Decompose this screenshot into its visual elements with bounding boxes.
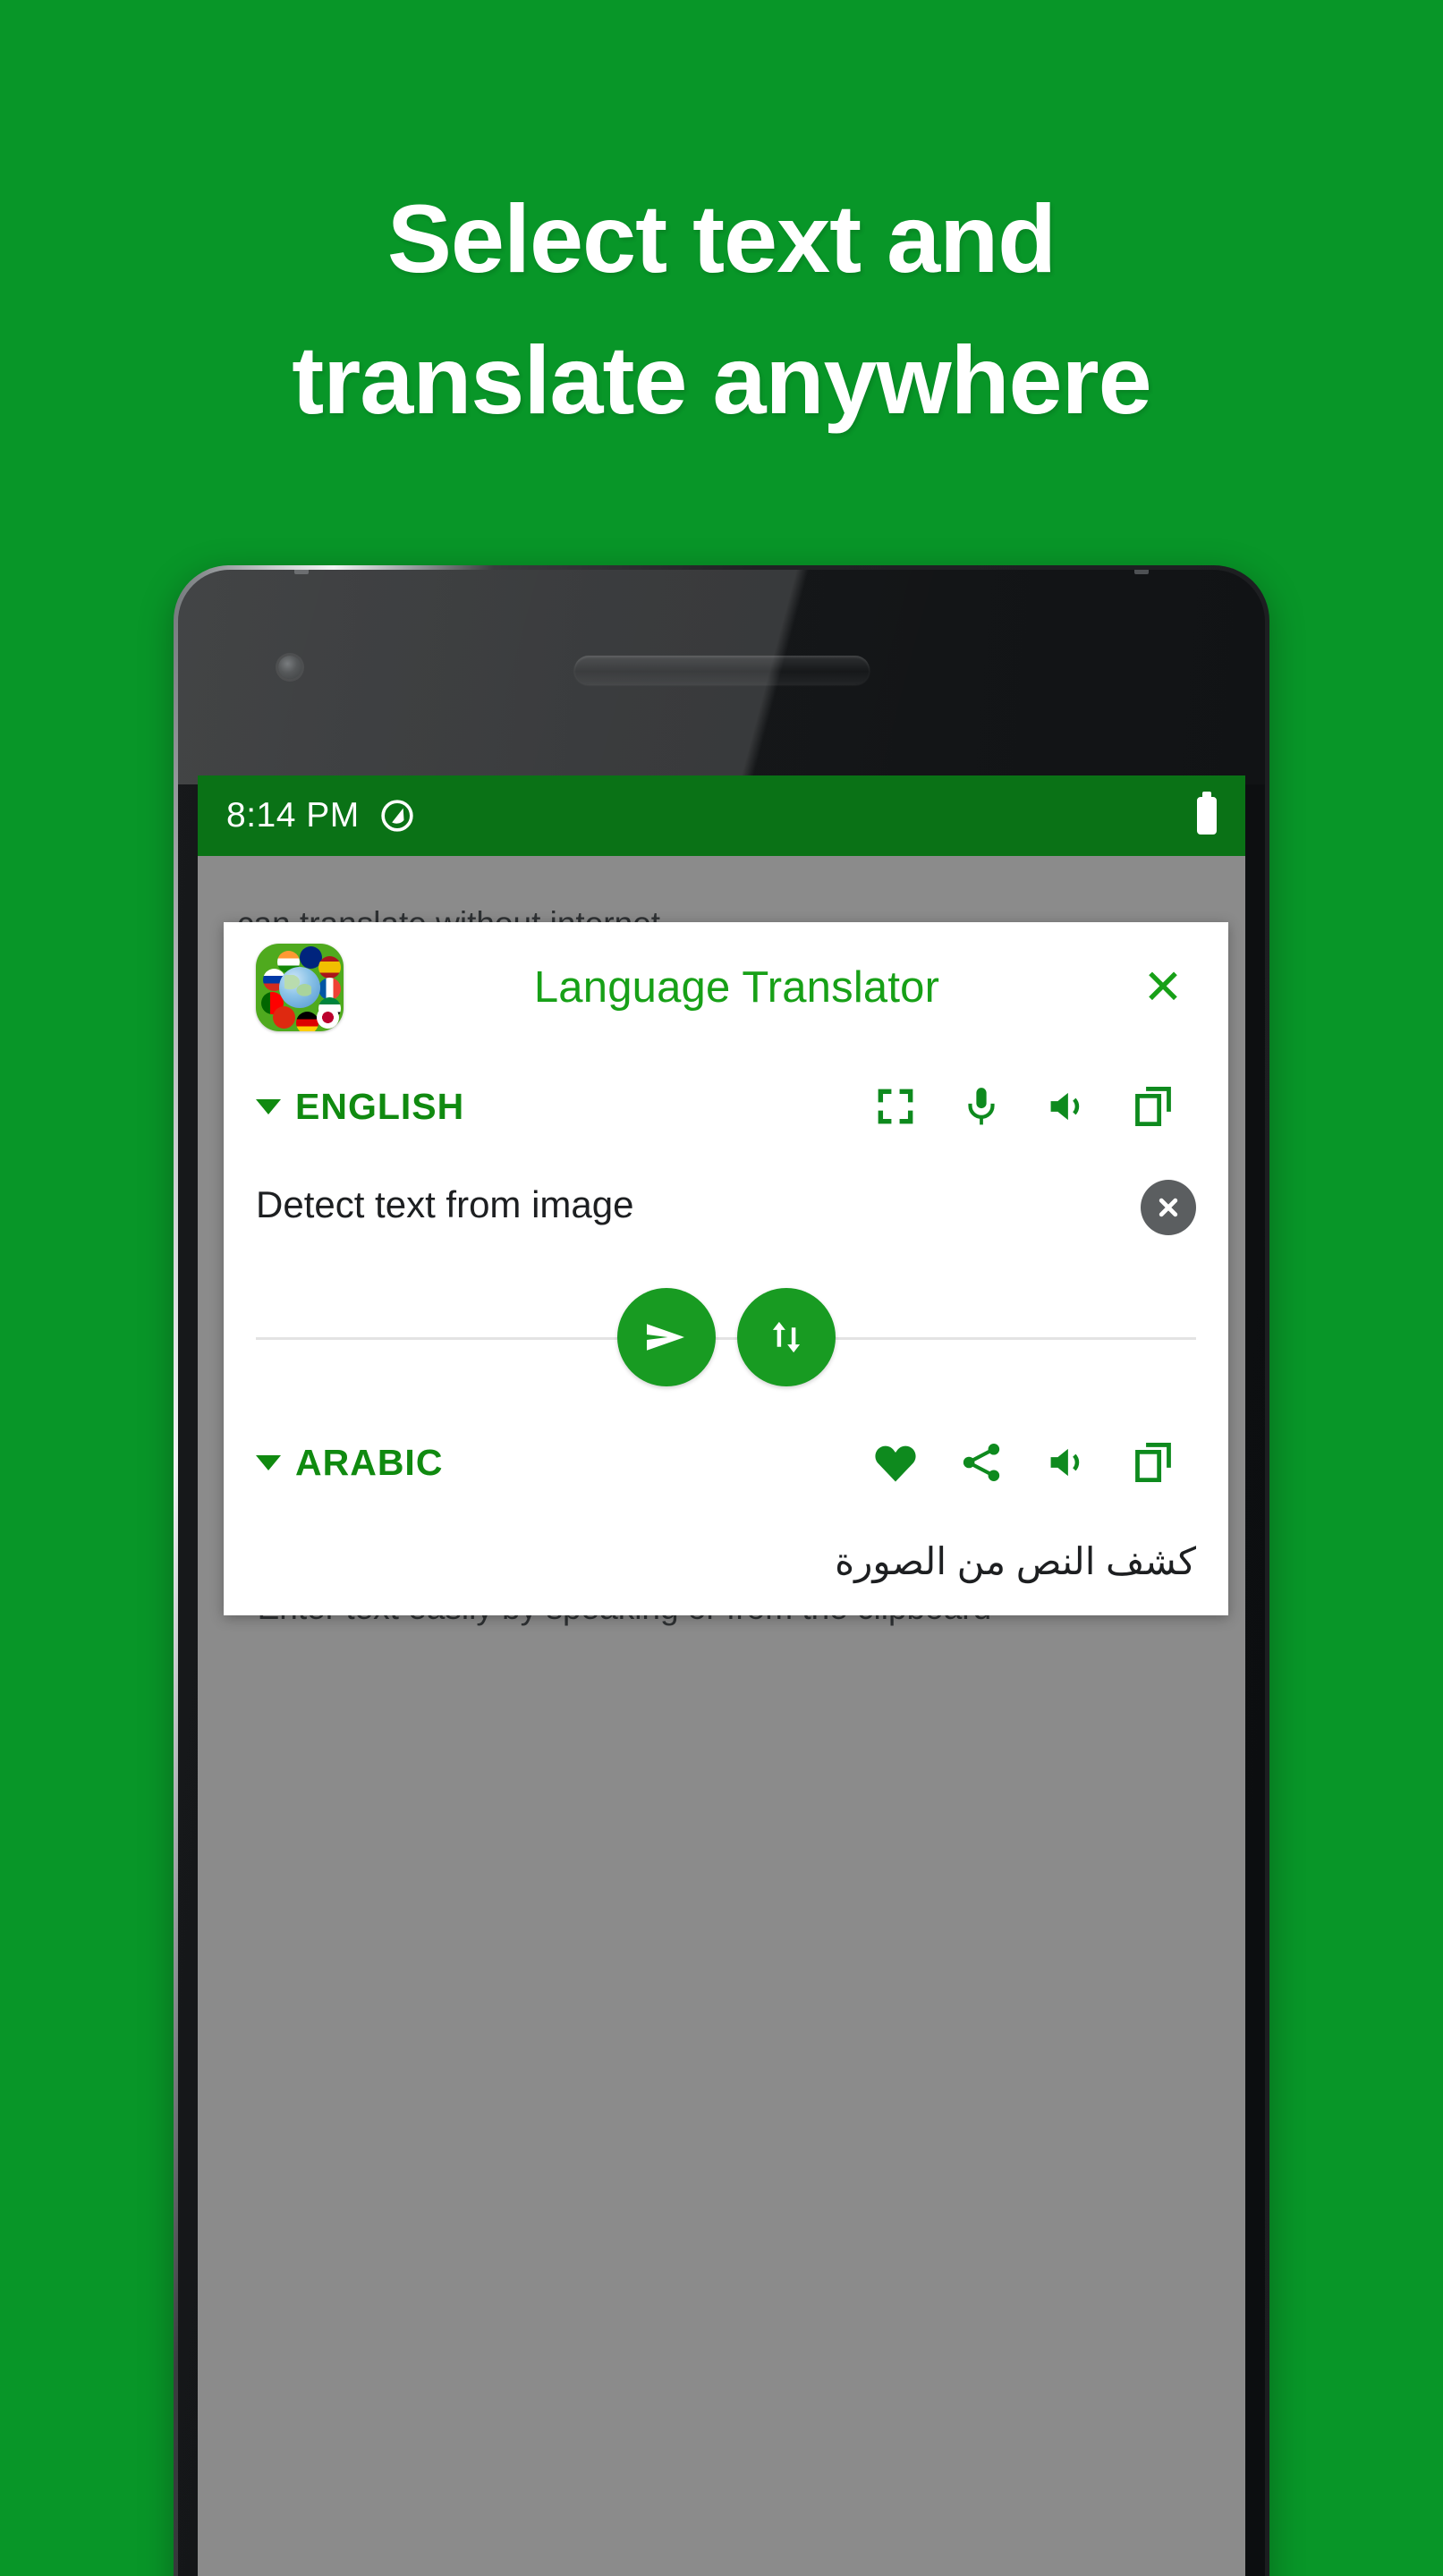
close-icon[interactable]: ✕ <box>1130 954 1196 1021</box>
microphone-icon[interactable] <box>938 1084 1024 1129</box>
phone-body: 8:14 PM can translate without internet. … <box>178 570 1265 2576</box>
battery-full-icon <box>1197 797 1217 835</box>
earpiece-speaker-icon <box>573 656 870 684</box>
fullscreen-icon[interactable] <box>853 1084 938 1129</box>
source-text-row: Detect text from image <box>256 1160 1196 1266</box>
speaker-icon[interactable] <box>1024 1083 1110 1130</box>
status-bar-clock: 8:14 PM <box>226 796 360 835</box>
phone-top-bezel <box>178 570 1265 784</box>
target-text-row: كشف النص من الصورة <box>256 1516 1196 1615</box>
swap-languages-icon[interactable] <box>736 1288 836 1386</box>
status-bar: 8:14 PM <box>198 775 1245 856</box>
capture-circle-icon <box>379 798 415 834</box>
card-header: Language Translator ✕ <box>256 922 1196 1053</box>
target-language-row: ARABIC <box>256 1409 1196 1516</box>
chevron-down-icon <box>256 1454 281 1470</box>
translated-text[interactable]: كشف النص من الصورة <box>256 1539 1196 1583</box>
send-icon[interactable] <box>616 1288 716 1386</box>
source-language-label: ENGLISH <box>295 1085 465 1127</box>
source-language-row: ENGLISH <box>256 1053 1196 1160</box>
phone-screen: 8:14 PM can translate without internet. … <box>198 775 1245 2576</box>
promo-screenshot: Select text and translate anywhere 8:14 … <box>0 0 1443 2576</box>
speaker-icon[interactable] <box>1024 1439 1110 1486</box>
target-language-selector[interactable]: ARABIC <box>256 1442 443 1484</box>
flag-japan-icon <box>317 1006 339 1029</box>
globe-icon <box>279 967 320 1008</box>
clear-input-button[interactable] <box>1141 1180 1196 1235</box>
target-language-label: ARABIC <box>295 1441 444 1483</box>
card-title: Language Translator <box>533 963 940 1012</box>
action-button-strip <box>256 1266 1196 1409</box>
heart-icon[interactable] <box>853 1437 938 1487</box>
copy-icon[interactable] <box>1110 1440 1196 1485</box>
translator-popup-card: Language Translator ✕ ENGLISH Detect tex… <box>224 922 1228 1615</box>
flag-spain-icon <box>318 956 341 979</box>
share-icon[interactable] <box>938 1439 1024 1486</box>
headline-line-2: translate anywhere <box>292 325 1151 434</box>
flag-germany-icon <box>296 1012 318 1031</box>
flag-china-icon <box>273 1006 295 1029</box>
bezel-mark-right <box>1134 570 1149 574</box>
phone-mockup: 8:14 PM can translate without internet. … <box>174 565 1269 2576</box>
chevron-down-icon <box>256 1098 281 1114</box>
source-language-selector[interactable]: ENGLISH <box>256 1086 464 1128</box>
bezel-mark-left <box>294 570 309 574</box>
action-buttons <box>616 1288 836 1386</box>
promo-headline: Select text and translate anywhere <box>0 168 1443 450</box>
front-camera-icon <box>278 656 301 679</box>
source-text-input[interactable]: Detect text from image <box>256 1176 1141 1226</box>
copy-icon[interactable] <box>1110 1084 1196 1129</box>
language-translator-app-icon <box>256 944 344 1031</box>
headline-line-1: Select text and <box>386 184 1057 292</box>
